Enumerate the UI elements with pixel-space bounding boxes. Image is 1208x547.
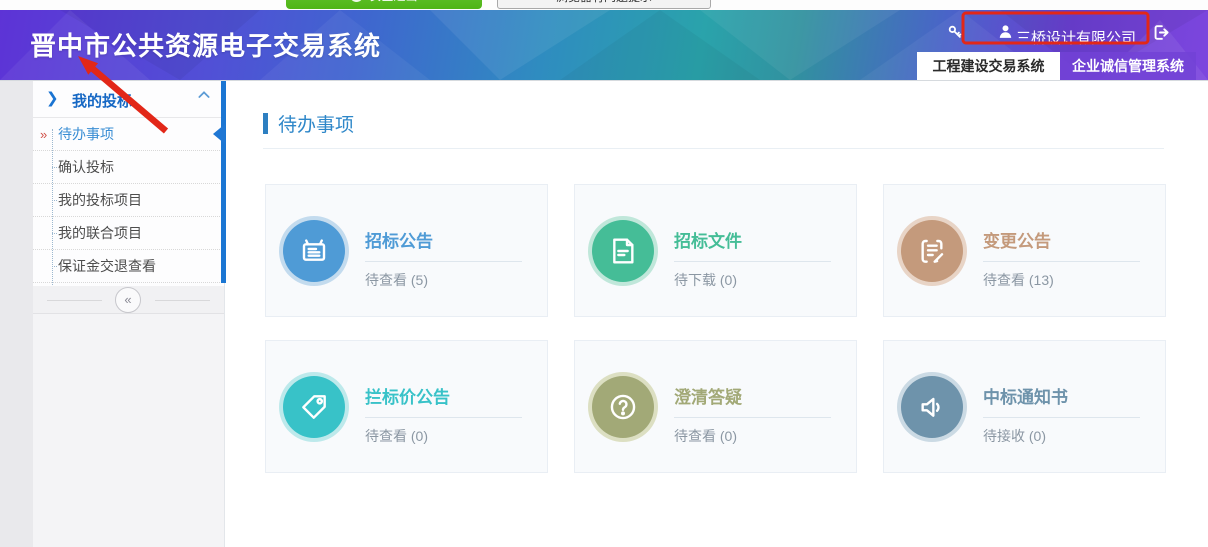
document-icon <box>592 220 654 282</box>
divider <box>155 300 210 301</box>
page-title: 待办事项 <box>278 110 354 137</box>
tab-enterprise-credit[interactable]: 企业诚信管理系统 <box>1060 52 1196 80</box>
card-status: 待查看 (0) <box>365 426 535 446</box>
card-title: 拦标价公告 <box>365 383 535 408</box>
card-price-limit-announcement[interactable]: 拦标价公告 待查看 (0) <box>265 340 548 473</box>
sidebar-lower-area <box>33 314 224 547</box>
announcement-board-icon <box>283 220 345 282</box>
card-title: 中标通知书 <box>983 383 1153 408</box>
card-clarification[interactable]: 澄清答疑 待查看 (0) <box>574 340 857 473</box>
logout-icon[interactable] <box>1152 23 1170 41</box>
chevron-right-icon: ❯ <box>46 89 59 107</box>
heading-accent-bar <box>263 113 268 134</box>
sidebar-item-label: 待办事项 <box>58 126 114 142</box>
sidebar-rail <box>0 81 33 547</box>
sidebar-item-my-joint-projects[interactable]: 我的联合项目 <box>33 217 224 250</box>
card-status: 待查看 (0) <box>674 426 844 446</box>
divider <box>983 417 1140 418</box>
user-icon <box>997 23 1015 41</box>
card-title: 招标文件 <box>674 227 844 252</box>
card-status: 待下载 (0) <box>674 270 844 290</box>
key-icon[interactable] <box>946 23 964 41</box>
browser-tip-button[interactable]: 浏览器有问题提示 <box>497 0 711 9</box>
card-title: 变更公告 <box>983 227 1153 252</box>
card-title: 招标公告 <box>365 227 535 252</box>
sidebar-item-my-bid-projects[interactable]: 我的投标项目 <box>33 184 224 217</box>
speaker-icon <box>901 376 963 438</box>
chevron-up-icon[interactable] <box>196 87 212 103</box>
active-item-flag-icon <box>213 124 225 144</box>
heading-divider <box>263 148 1164 149</box>
question-mark-icon <box>592 376 654 438</box>
divider <box>983 261 1140 262</box>
sidebar-item-todo[interactable]: » 待办事项 <box>33 118 224 151</box>
sidebar-item-confirm-bid[interactable]: 确认投标 <box>33 151 224 184</box>
header-divider <box>0 80 1208 81</box>
sidebar-group-label: 我的投标 <box>72 90 132 111</box>
app-header: 晋中市公共资源电子交易系统 三桥设计有限公司 工程建设交易系统 企业诚信管理系统 <box>0 10 1208 80</box>
divider <box>674 417 831 418</box>
divider <box>365 261 522 262</box>
system-title: 晋中市公共资源电子交易系统 <box>30 26 381 63</box>
safe-exit-label: 安全退出 <box>369 0 417 4</box>
sidebar-item-label: 保证金交退查看 <box>58 258 156 274</box>
sidebar-group-my-bids[interactable]: ❯ 我的投标 <box>33 81 224 118</box>
sidebar-scrollbar[interactable] <box>221 81 226 283</box>
safe-exit-button[interactable]: 安全退出 <box>286 0 482 9</box>
sidebar-item-deposit-query[interactable]: 保证金交退查看 <box>33 250 224 283</box>
sidebar-item-label: 确认投标 <box>58 159 114 175</box>
divider <box>365 417 522 418</box>
sidebar-item-label: 我的投标项目 <box>58 192 142 208</box>
divider <box>47 300 102 301</box>
sidebar: ❯ 我的投标 » 待办事项 确认投标 我的投标项目 我的联合项目 保证金交退查看… <box>33 81 225 547</box>
company-name[interactable]: 三桥设计有限公司 <box>1016 27 1136 48</box>
card-title: 澄清答疑 <box>674 383 844 408</box>
card-status: 待接收 (0) <box>983 426 1153 446</box>
check-icon <box>350 0 363 2</box>
card-change-announcement[interactable]: 变更公告 待查看 (13) <box>883 184 1166 317</box>
price-tag-icon <box>283 376 345 438</box>
main-content: 待办事项 招标公告 待查看 (5) 招标文件 待下载 ( <box>225 81 1208 547</box>
card-bid-documents[interactable]: 招标文件 待下载 (0) <box>574 184 857 317</box>
tab-construction-trading[interactable]: 工程建设交易系统 <box>917 52 1060 80</box>
clipboard-edit-icon <box>901 220 963 282</box>
card-status: 待查看 (5) <box>365 270 535 290</box>
sidebar-item-label: 我的联合项目 <box>58 225 142 241</box>
card-bid-announcement[interactable]: 招标公告 待查看 (5) <box>265 184 548 317</box>
sidebar-collapse-row: « <box>33 286 224 314</box>
sidebar-collapse-button[interactable]: « <box>115 287 141 313</box>
browser-toolbar-strip: 安全退出 浏览器有问题提示 <box>0 0 1208 10</box>
card-award-notice[interactable]: 中标通知书 待接收 (0) <box>883 340 1166 473</box>
divider <box>674 261 831 262</box>
active-item-marker: » <box>40 118 47 151</box>
browser-tip-label: 浏览器有问题提示 <box>556 0 652 5</box>
card-status: 待查看 (13) <box>983 270 1153 290</box>
